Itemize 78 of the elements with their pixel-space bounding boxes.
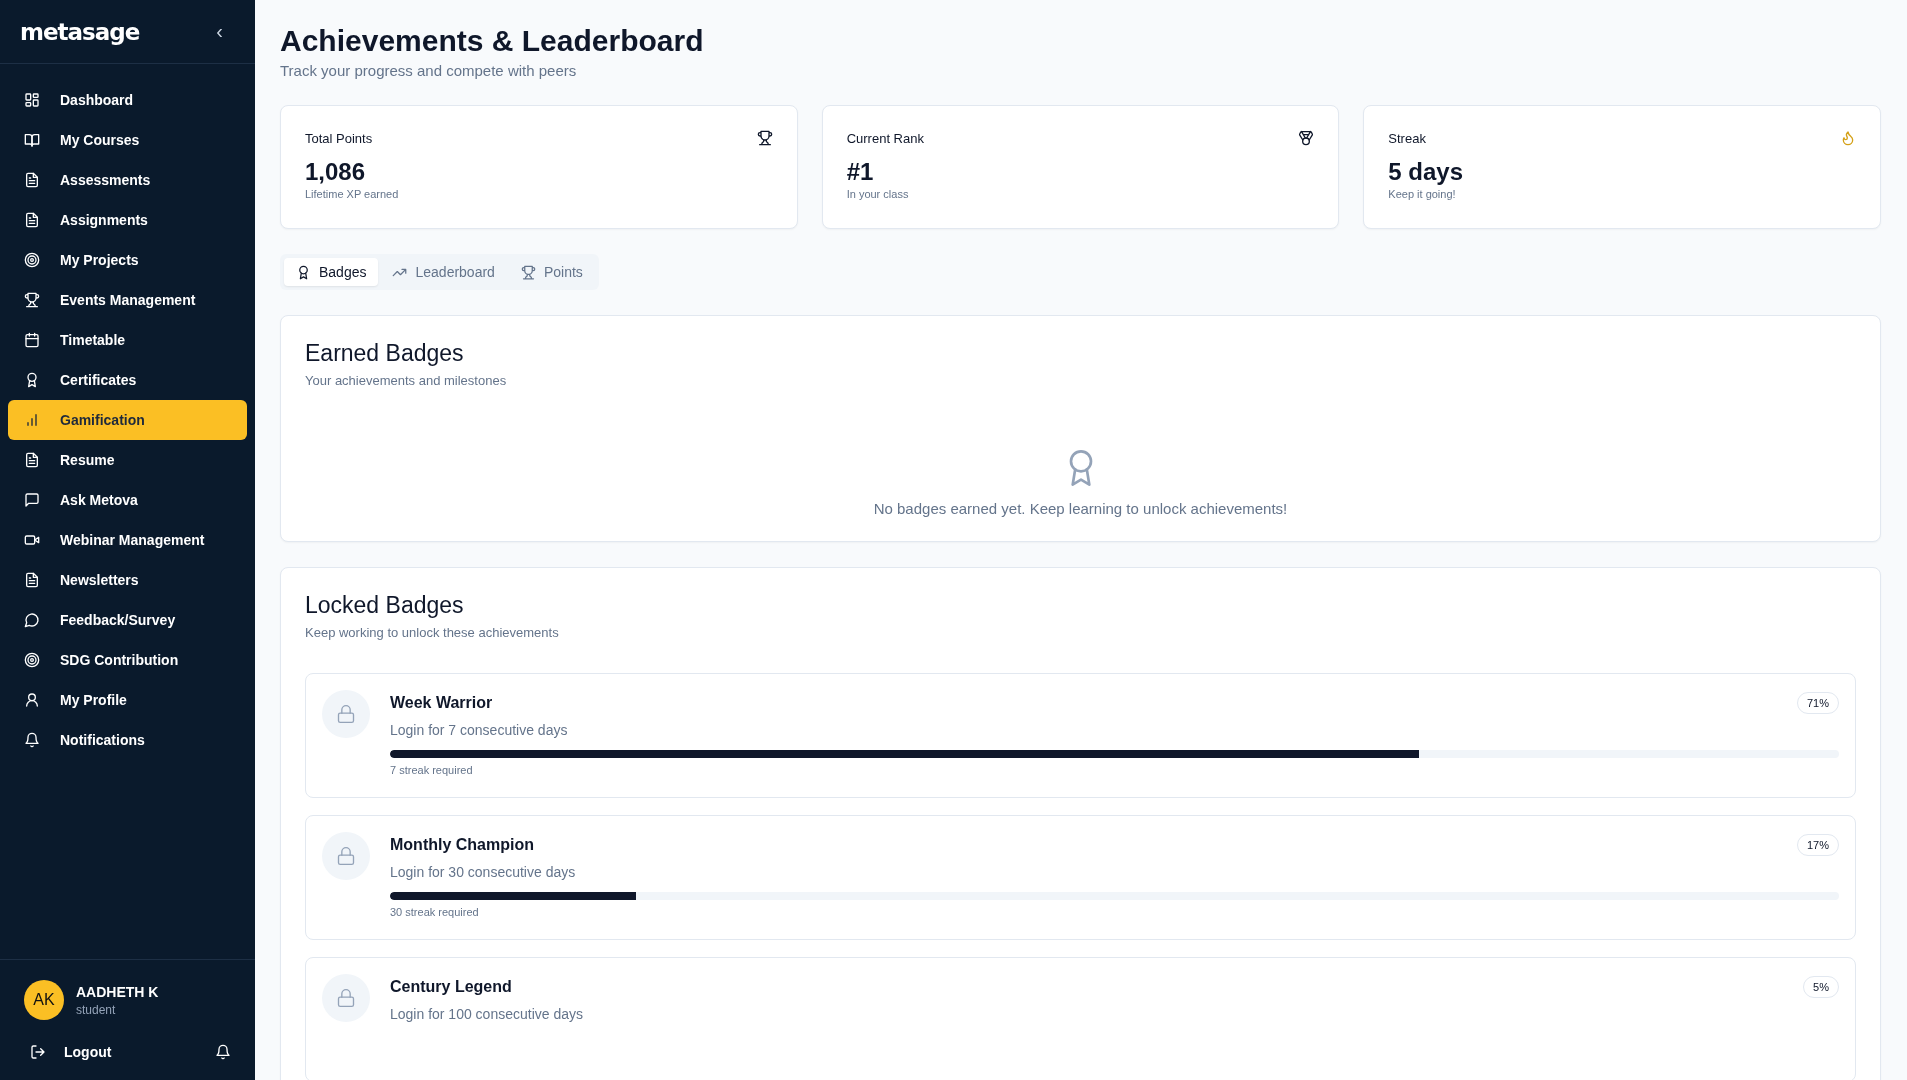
- award-icon: [296, 264, 311, 280]
- lock-icon: [336, 988, 356, 1008]
- logout-link[interactable]: Logout: [30, 1044, 112, 1060]
- sidebar-item[interactable]: Newsletters: [8, 560, 247, 600]
- sidebar-item[interactable]: Events Management: [8, 280, 247, 320]
- user-icon: [24, 692, 40, 708]
- document-icon: [24, 572, 40, 588]
- speech-bubble-icon: [24, 612, 40, 628]
- calendar-icon: [24, 332, 40, 348]
- stat-value: 1,086: [305, 158, 367, 186]
- sidebar-item[interactable]: My Profile: [8, 680, 247, 720]
- notifications-button[interactable]: [215, 1044, 231, 1060]
- chat-icon: [24, 492, 40, 508]
- sidebar-item[interactable]: SDG Contribution: [8, 640, 247, 680]
- section-subtitle: Keep working to unlock these achievements: [305, 625, 560, 640]
- lock-icon: [336, 704, 356, 724]
- section-title: Earned Badges: [305, 340, 465, 367]
- book-icon: [24, 132, 40, 148]
- requirement-note: 7 streak required: [390, 764, 474, 776]
- logout-icon: [30, 1044, 46, 1060]
- badge-description: Login for 30 consecutive days: [390, 864, 577, 880]
- user-role: student: [76, 1002, 117, 1017]
- requirement-note: 30 streak required: [390, 906, 480, 918]
- sidebar-item[interactable]: Webinar Management: [8, 520, 247, 560]
- trophy-icon: [756, 130, 773, 146]
- tab[interactable]: Points: [508, 258, 595, 286]
- grid-icon: [24, 92, 40, 108]
- section-title: Locked Badges: [305, 592, 465, 619]
- tab[interactable]: Badges: [284, 258, 379, 286]
- stat-label: Current Rank: [846, 130, 924, 146]
- badge-name: Monthly Champion: [390, 836, 534, 854]
- sidebar-item[interactable]: Gamification: [8, 400, 247, 440]
- stat-value: 5 days: [1388, 158, 1465, 186]
- stat-note: In your class: [846, 188, 910, 200]
- empty-message: No badges earned yet. Keep learning to unlock achievements!: [873, 500, 1288, 517]
- document-icon: [24, 172, 40, 188]
- stat-note: Lifetime XP earned: [305, 188, 400, 200]
- sidebar-item[interactable]: Dashboard: [8, 80, 247, 120]
- sidebar-item[interactable]: Feedback/Survey: [8, 600, 247, 640]
- bell-icon: [24, 732, 40, 748]
- sidebar-item[interactable]: Resume: [8, 440, 247, 480]
- document-icon: [24, 452, 40, 468]
- award-icon: [24, 372, 40, 388]
- stat-value: #1: [846, 158, 875, 186]
- video-icon: [24, 532, 40, 548]
- sidebar-item[interactable]: My Projects: [8, 240, 247, 280]
- tab[interactable]: Leaderboard: [380, 258, 507, 286]
- section-subtitle: Your achievements and milestones: [305, 373, 508, 388]
- avatar: AK: [24, 980, 64, 1020]
- page-subtitle: Track your progress and compete with peers: [280, 62, 578, 79]
- trophy-icon: [520, 264, 536, 280]
- target-icon: [24, 652, 40, 668]
- page-title: Achievements & Leaderboard: [280, 24, 705, 58]
- sidebar-item[interactable]: Notifications: [8, 720, 247, 760]
- badge-description: Login for 7 consecutive days: [390, 722, 569, 738]
- target-icon: [24, 252, 40, 268]
- bar-chart-icon: [24, 412, 40, 428]
- sidebar-item[interactable]: Assignments: [8, 200, 247, 240]
- badge-description: Login for 100 consecutive days: [390, 1006, 584, 1022]
- medal-icon: [1298, 130, 1315, 146]
- sidebar-item[interactable]: Ask Metova: [8, 480, 247, 520]
- badge-name: Century Legend: [390, 978, 512, 996]
- sidebar-item[interactable]: My Courses: [8, 120, 247, 160]
- trophy-icon: [24, 292, 40, 308]
- stat-label: Streak: [1388, 130, 1426, 146]
- collapse-button[interactable]: ‹: [212, 20, 227, 43]
- sidebar-item[interactable]: Timetable: [8, 320, 247, 360]
- flame-icon: [1840, 130, 1856, 146]
- logo: metasage: [20, 18, 140, 45]
- sidebar-item[interactable]: Certificates: [8, 360, 247, 400]
- bell-icon: [215, 1044, 231, 1060]
- sidebar-item[interactable]: Assessments: [8, 160, 247, 200]
- user-name: AADHETH K: [76, 983, 159, 1000]
- document-icon: [24, 212, 40, 228]
- lock-icon: [336, 846, 356, 866]
- stat-note: Keep it going!: [1388, 188, 1457, 200]
- stat-label: Total Points: [305, 130, 373, 146]
- badge-name: Week Warrior: [390, 694, 493, 712]
